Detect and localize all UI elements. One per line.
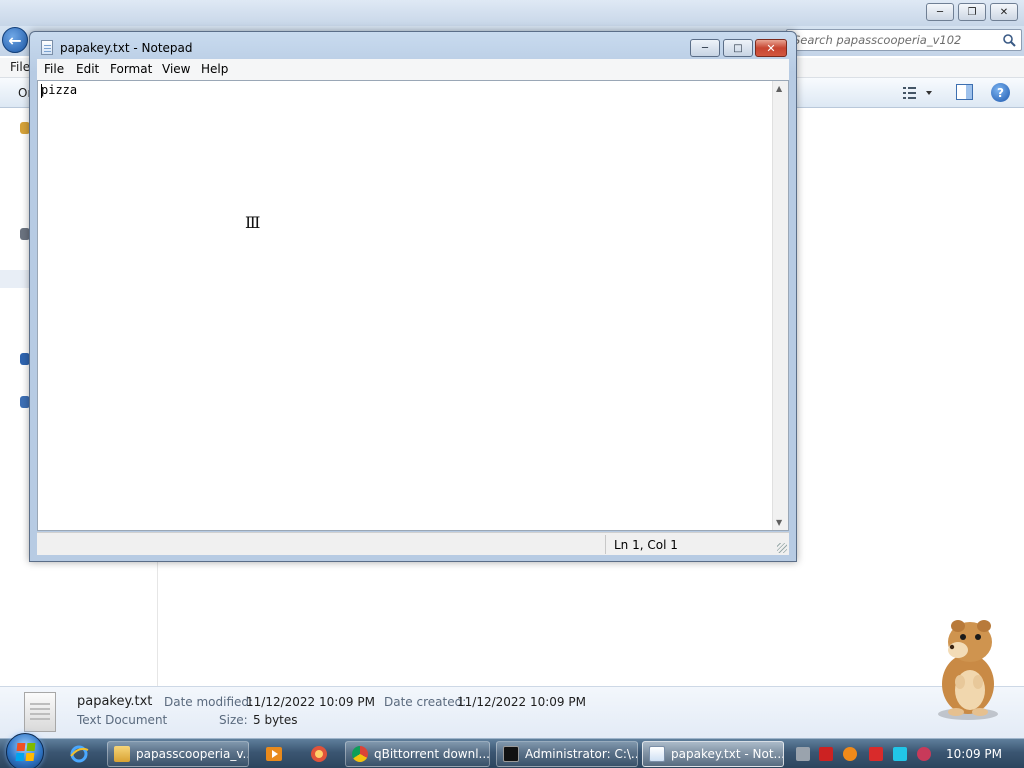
date-created-label: Date created:	[384, 695, 467, 709]
app-icon[interactable]	[306, 743, 332, 765]
size-label: Size:	[219, 713, 248, 727]
scroll-down-icon[interactable]: ▼	[776, 518, 782, 527]
tray-display-icon[interactable]	[893, 747, 907, 761]
notepad-minimize-button[interactable]: ─	[690, 39, 720, 57]
nav-selected-item[interactable]	[0, 270, 30, 288]
tray-search-icon[interactable]	[843, 747, 857, 761]
notepad-close-button[interactable]: ✕	[755, 39, 787, 57]
details-file-type: Text Document	[77, 713, 168, 727]
chrome-icon	[352, 746, 368, 762]
tray-antivirus-icon[interactable]	[819, 747, 833, 761]
taskbar-task-explorer[interactable]: papasscooperia_v...	[107, 741, 249, 767]
resize-grip-icon[interactable]	[777, 543, 787, 553]
date-modified-label: Date modified:	[164, 695, 254, 709]
task-label: papakey.txt - Not...	[671, 747, 784, 761]
taskbar: papasscooperia_v... qBittorrent downl...…	[0, 733, 1024, 768]
ibeam-cursor-icon: Ⅲ	[245, 213, 261, 232]
tray-network-icon[interactable]	[796, 747, 810, 761]
taskbar-task-notepad[interactable]: papakey.txt - Not...	[642, 741, 784, 767]
scroll-up-icon[interactable]: ▲	[776, 84, 782, 93]
tray-app-icon[interactable]	[917, 747, 931, 761]
folder-icon	[114, 746, 130, 762]
explorer-menu-file[interactable]: File	[10, 60, 30, 74]
task-label: Administrator: C:\...	[525, 747, 638, 761]
notepad-status-bar: Ln 1, Col 1	[37, 532, 789, 555]
notepad-window[interactable]: papakey.txt - Notepad ─ □ ✕ File Edit Fo…	[29, 31, 797, 562]
date-modified-value: 11/12/2022 10:09 PM	[246, 695, 375, 709]
search-input[interactable]: Search papasscooperia_v102	[786, 29, 1022, 51]
back-button[interactable]: ←	[2, 27, 28, 53]
hamster-desktop-pet-image[interactable]	[918, 612, 1014, 724]
taskbar-clock[interactable]: 10:09 PM	[946, 747, 1002, 761]
status-divider	[605, 535, 606, 554]
taskbar-task-chrome[interactable]: qBittorrent downl...	[345, 741, 490, 767]
search-placeholder: Search papasscooperia_v102	[793, 33, 962, 47]
notepad-text-area[interactable]: pizza Ⅲ ▲ ▼	[37, 80, 789, 531]
menu-view[interactable]: View	[162, 62, 190, 76]
notepad-icon	[41, 40, 53, 55]
task-label: papasscooperia_v...	[136, 747, 249, 761]
details-pane: papakey.txt Text Document Date modified:…	[0, 686, 1024, 738]
search-icon[interactable]	[1002, 33, 1016, 47]
menu-file[interactable]: File	[44, 62, 64, 76]
start-button[interactable]	[6, 733, 44, 768]
explorer-close-button[interactable]: ✕	[990, 3, 1018, 21]
explorer-titlebar: ─ ❐ ✕	[0, 0, 1024, 26]
notepad-menubar: File Edit Format View Help	[37, 59, 789, 80]
vertical-scrollbar[interactable]: ▲ ▼	[772, 81, 788, 530]
menu-format[interactable]: Format	[110, 62, 152, 76]
taskbar-task-cmd[interactable]: Administrator: C:\...	[496, 741, 638, 767]
size-value: 5 bytes	[253, 713, 298, 727]
media-player-icon[interactable]	[261, 743, 287, 765]
change-view-icon[interactable]	[902, 85, 932, 101]
notepad-maximize-button[interactable]: □	[723, 39, 753, 57]
details-file-name: papakey.txt	[77, 694, 153, 709]
task-label: qBittorrent downl...	[374, 747, 490, 761]
notepad-icon	[649, 746, 665, 762]
explorer-minimize-button[interactable]: ─	[926, 3, 954, 21]
document-text: pizza	[41, 83, 78, 97]
cmd-icon	[503, 746, 519, 762]
menu-help[interactable]: Help	[201, 62, 228, 76]
preview-pane-icon[interactable]	[956, 84, 973, 100]
date-created-value: 11/12/2022 10:09 PM	[457, 695, 586, 709]
menu-edit[interactable]: Edit	[76, 62, 99, 76]
tray-flag-icon[interactable]	[869, 747, 883, 761]
cursor-position: Ln 1, Col 1	[614, 538, 678, 552]
explorer-restore-button[interactable]: ❐	[958, 3, 986, 21]
text-file-icon	[24, 692, 56, 732]
help-icon[interactable]: ?	[991, 83, 1010, 102]
text-caret	[41, 84, 42, 98]
notepad-title: papakey.txt - Notepad	[60, 41, 193, 55]
internet-explorer-icon[interactable]	[66, 743, 92, 765]
